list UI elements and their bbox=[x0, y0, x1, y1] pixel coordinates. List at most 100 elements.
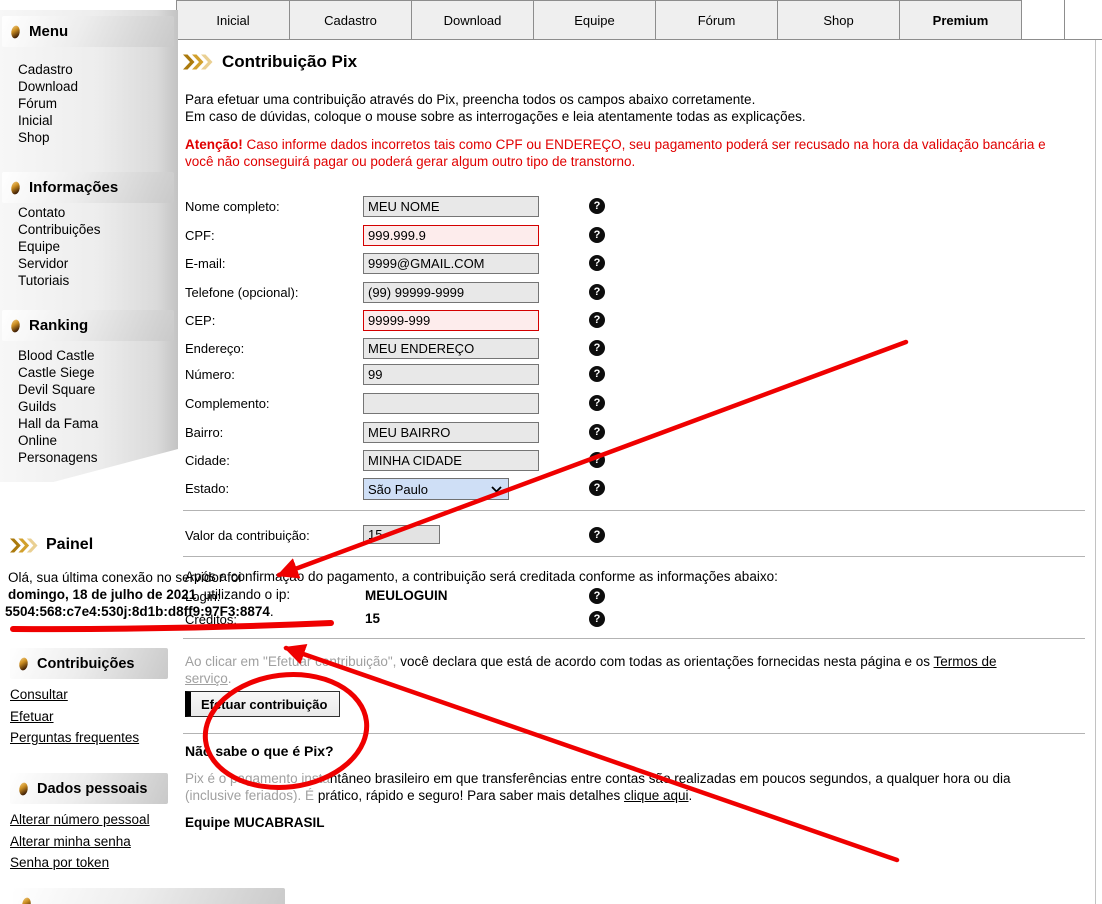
sidebar-item-personagens[interactable]: Personagens bbox=[18, 449, 98, 466]
sidebar-item-castle-siege[interactable]: Castle Siege bbox=[18, 364, 98, 381]
chevron-down-icon bbox=[491, 486, 502, 493]
nome-completo-label: Nome completo: bbox=[185, 199, 280, 214]
sidebar-item-download[interactable]: Download bbox=[18, 78, 78, 95]
question-mark-icon[interactable]: ? bbox=[589, 255, 605, 271]
contribuicoes-links: Consultar Efetuar Perguntas frequentes bbox=[10, 684, 139, 749]
efetuar-contribuicao-button[interactable]: Efetuar contribuição bbox=[185, 691, 340, 717]
question-mark-icon[interactable]: ? bbox=[589, 424, 605, 440]
pix-line1: Pix é o pagamento instantâneo brasileiro… bbox=[185, 771, 1011, 786]
nav-filler bbox=[1022, 0, 1102, 40]
warning-label: Atenção! bbox=[185, 137, 243, 152]
sidebar-item-online[interactable]: Online bbox=[18, 432, 98, 449]
tab-equipe[interactable]: Equipe bbox=[533, 0, 656, 40]
question-mark-icon[interactable]: ? bbox=[589, 284, 605, 300]
termos-de-servico-link[interactable]: Termos de bbox=[934, 654, 997, 669]
email-input[interactable] bbox=[363, 253, 539, 274]
estado-selected-value: São Paulo bbox=[368, 482, 428, 497]
separator bbox=[183, 556, 1085, 557]
sidebar-header-ranking: Ranking bbox=[2, 310, 174, 341]
painel-title: Painel bbox=[46, 536, 93, 554]
cpf-input[interactable] bbox=[363, 225, 539, 246]
page-title-row: Contribuição Pix bbox=[183, 52, 357, 72]
cep-label: CEP: bbox=[185, 313, 215, 328]
question-mark-icon[interactable]: ? bbox=[589, 227, 605, 243]
sidebar-item-tutoriais[interactable]: Tutoriais bbox=[18, 272, 101, 289]
creditos-value: 15 bbox=[365, 611, 380, 626]
sidebar-item-contato[interactable]: Contato bbox=[18, 204, 101, 221]
question-mark-icon[interactable]: ? bbox=[589, 527, 605, 543]
menu-list: Cadastro Download Fórum Inicial Shop bbox=[18, 61, 78, 146]
separator bbox=[183, 733, 1085, 734]
question-mark-icon[interactable]: ? bbox=[589, 198, 605, 214]
sidebar-item-blood-castle[interactable]: Blood Castle bbox=[18, 347, 98, 364]
gem-icon bbox=[10, 25, 21, 39]
sidebar-item-inicial[interactable]: Inicial bbox=[18, 112, 78, 129]
question-mark-icon[interactable]: ? bbox=[589, 366, 605, 382]
login-label: Login: bbox=[185, 589, 220, 604]
tab-shop[interactable]: Shop bbox=[777, 0, 900, 40]
question-mark-icon[interactable]: ? bbox=[589, 395, 605, 411]
nav-divider bbox=[1064, 0, 1065, 40]
bairro-input[interactable] bbox=[363, 422, 539, 443]
intro-line1: Para efetuar uma contribuição através do… bbox=[185, 92, 755, 107]
sidebar-item-forum[interactable]: Fórum bbox=[18, 95, 78, 112]
sidebar-link-efetuar[interactable]: Efetuar bbox=[10, 706, 139, 728]
endereco-label: Endereço: bbox=[185, 341, 244, 356]
cep-input[interactable] bbox=[363, 310, 539, 331]
section-title: Menu bbox=[29, 23, 68, 40]
question-mark-icon[interactable]: ? bbox=[589, 480, 605, 496]
complemento-input[interactable] bbox=[363, 393, 539, 414]
sidebar-link-alterar-numero-pessoal[interactable]: Alterar número pessoal bbox=[10, 809, 150, 831]
cidade-input[interactable] bbox=[363, 450, 539, 471]
sidebar-link-alterar-minha-senha[interactable]: Alterar minha senha bbox=[10, 831, 150, 853]
pix-line2: (inclusive feriados). É prático, rápido … bbox=[185, 788, 692, 803]
valor-label: Valor da contribuição: bbox=[185, 528, 310, 543]
question-mark-icon[interactable]: ? bbox=[589, 312, 605, 328]
question-mark-icon[interactable]: ? bbox=[589, 452, 605, 468]
tab-cadastro[interactable]: Cadastro bbox=[289, 0, 412, 40]
gem-icon bbox=[21, 897, 32, 904]
sidebar-item-contribuicoes[interactable]: Contribuições bbox=[18, 221, 101, 238]
warning-line1: Atenção! Caso informe dados incorretos t… bbox=[185, 137, 1046, 152]
cpf-label: CPF: bbox=[185, 228, 215, 243]
telefone-input[interactable] bbox=[363, 282, 539, 303]
gem-icon bbox=[10, 319, 21, 333]
pix-heading: Não sabe o que é Pix? bbox=[185, 743, 334, 759]
sidebar-item-cadastro[interactable]: Cadastro bbox=[18, 61, 78, 78]
termos-de-servico-link[interactable]: serviço bbox=[185, 671, 228, 686]
triple-chevron-icon bbox=[183, 54, 213, 70]
sidebar-item-shop[interactable]: Shop bbox=[18, 129, 78, 146]
tab-inicial[interactable]: Inicial bbox=[176, 0, 290, 40]
team-signature: Equipe MUCABRASIL bbox=[185, 815, 325, 830]
sidebar-link-perguntas-frequentes[interactable]: Perguntas frequentes bbox=[10, 727, 139, 749]
email-label: E-mail: bbox=[185, 256, 225, 271]
numero-input[interactable] bbox=[363, 364, 539, 385]
question-mark-icon[interactable]: ? bbox=[589, 588, 605, 604]
sidebar-item-devil-square[interactable]: Devil Square bbox=[18, 381, 98, 398]
tab-forum[interactable]: Fórum bbox=[655, 0, 778, 40]
gem-icon bbox=[18, 782, 29, 796]
sidebar-header-menu: Menu bbox=[2, 16, 174, 47]
sidebar-item-servidor[interactable]: Servidor bbox=[18, 255, 101, 272]
page: Inicial Cadastro Download Equipe Fórum S… bbox=[0, 0, 1102, 904]
tab-premium[interactable]: Premium bbox=[899, 0, 1022, 40]
sidebar-item-guilds[interactable]: Guilds bbox=[18, 398, 98, 415]
intro-line2: Em caso de dúvidas, coloque o mouse sobr… bbox=[185, 109, 806, 124]
sidebar-item-equipe[interactable]: Equipe bbox=[18, 238, 101, 255]
page-title: Contribuição Pix bbox=[222, 52, 357, 72]
endereco-input[interactable] bbox=[363, 338, 539, 359]
sidebar-header-informacoes: Informações bbox=[2, 172, 174, 203]
sidebar-link-senha-por-token[interactable]: Senha por token bbox=[10, 852, 150, 874]
question-mark-icon[interactable]: ? bbox=[589, 611, 605, 627]
top-navigation: Inicial Cadastro Download Equipe Fórum S… bbox=[176, 0, 1102, 40]
nome-completo-input[interactable] bbox=[363, 196, 539, 217]
clique-aqui-link[interactable]: clique aqui bbox=[624, 788, 689, 803]
question-mark-icon[interactable]: ? bbox=[589, 340, 605, 356]
sidebar-link-consultar[interactable]: Consultar bbox=[10, 684, 139, 706]
valor-input[interactable] bbox=[363, 525, 440, 544]
tab-download[interactable]: Download bbox=[411, 0, 534, 40]
sidebar-item-hall-da-fama[interactable]: Hall da Fama bbox=[18, 415, 98, 432]
sidebar-header-dados-pessoais: Dados pessoais bbox=[10, 773, 168, 804]
estado-select[interactable]: São Paulo bbox=[363, 478, 509, 500]
confirmation-note: Após a confirmação do pagamento, a contr… bbox=[185, 569, 778, 584]
